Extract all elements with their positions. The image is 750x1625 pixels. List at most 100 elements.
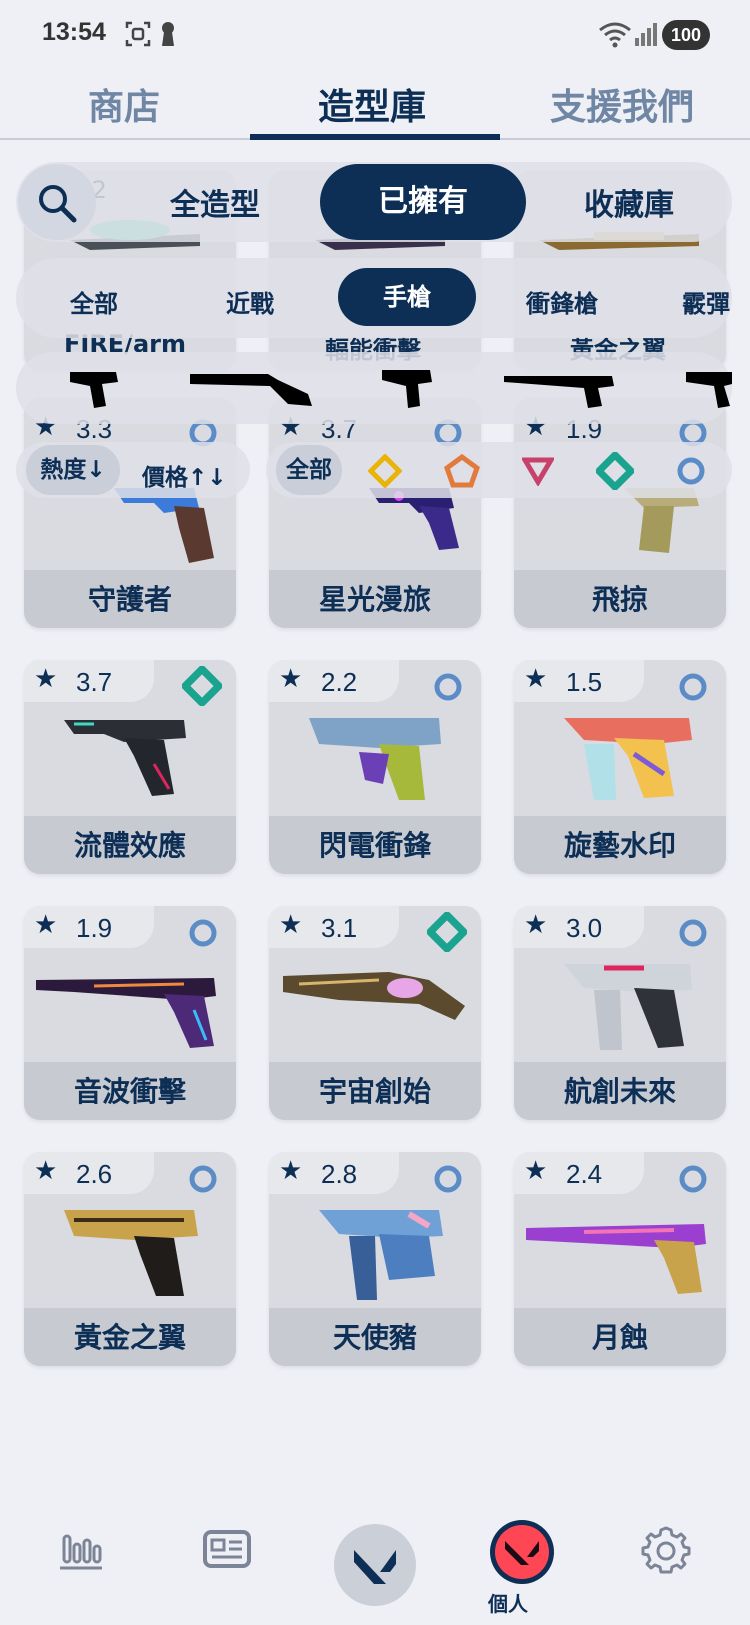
gun-image xyxy=(64,1210,198,1296)
star-icon: ★ xyxy=(34,910,58,940)
card-name: 旋藝水印 xyxy=(563,829,676,862)
ultra-tier-icon[interactable] xyxy=(444,454,480,488)
search-icon xyxy=(39,185,77,223)
shorty-shotgun-icon[interactable] xyxy=(188,368,314,408)
gun-image xyxy=(64,720,186,796)
select-tier-icon xyxy=(679,919,707,947)
search-button[interactable] xyxy=(18,164,96,240)
classic-pistol-icon[interactable] xyxy=(68,366,128,410)
skin-card[interactable]: ★ 3.3 守護者 xyxy=(24,398,236,628)
category-all[interactable]: 全部 xyxy=(70,284,118,319)
skin-card[interactable]: ★ 2.2 閃電衝鋒 xyxy=(269,660,481,874)
gun-image xyxy=(309,718,441,800)
card-rating: 3.7 xyxy=(76,667,113,697)
star-icon: ★ xyxy=(34,664,58,694)
valorant-logo-icon xyxy=(505,1541,539,1565)
star-icon: ★ xyxy=(279,664,303,694)
tier-all[interactable]: 全部 xyxy=(276,445,342,495)
frenzy-pistol-icon[interactable] xyxy=(380,366,436,410)
tab-shop[interactable]: 商店 xyxy=(88,78,160,130)
card-rating: 2.6 xyxy=(76,1159,113,1189)
card-name: 黃金之翼 xyxy=(73,1321,186,1354)
profile-avatar-icon[interactable] xyxy=(490,1520,554,1584)
card-rating: 3.1 xyxy=(321,913,358,943)
status-bar: 13:54 100 xyxy=(0,0,750,70)
skin-card[interactable]: ★ 2.6 黃金之翼 xyxy=(24,1152,236,1366)
scope-owned[interactable]: 已擁有 xyxy=(320,164,526,240)
select-tier-icon xyxy=(434,1165,462,1193)
exclusive-tier-icon[interactable] xyxy=(368,454,402,488)
category-smg[interactable]: 衝鋒槍 xyxy=(526,284,598,319)
star-icon: ★ xyxy=(279,1156,303,1186)
star-icon: ★ xyxy=(34,1156,58,1186)
gun-image xyxy=(564,964,692,1050)
star-icon: ★ xyxy=(279,910,303,940)
skin-card[interactable]: ★ 1.9 飛掠 xyxy=(514,398,726,628)
card-name: 飛掠 xyxy=(591,583,648,616)
select-tier-icon xyxy=(679,1165,707,1193)
category-pistol[interactable]: 手槍 xyxy=(338,268,476,326)
star-icon: ★ xyxy=(524,910,548,940)
card-name: 天使豬 xyxy=(332,1321,417,1354)
card-rating: 2.2 xyxy=(321,667,358,697)
card-name: 音波衝擊 xyxy=(73,1075,186,1108)
skin-card[interactable]: ★ 2.8 天使豬 xyxy=(269,1152,481,1366)
card-name: 閃電衝鋒 xyxy=(318,829,431,862)
select-tier-icon xyxy=(189,919,217,947)
scope-all-skins[interactable]: 全造型 xyxy=(170,180,260,224)
category-shotgun[interactable]: 霰彈 xyxy=(682,284,730,319)
skin-card[interactable]: ★ 3.0 航創未來 xyxy=(514,906,726,1120)
skin-card[interactable]: ★ 1.5 旋藝水印 xyxy=(514,660,726,874)
sort-price[interactable]: 價格↑↓ xyxy=(142,458,227,492)
card-name: 流體效應 xyxy=(73,829,186,862)
skin-card[interactable]: ★ 2.4 月蝕 xyxy=(514,1152,726,1366)
tab-support-us[interactable]: 支援我們 xyxy=(550,78,694,130)
select-tier-icon[interactable] xyxy=(676,456,706,486)
card-name: 守護者 xyxy=(87,583,172,616)
home-button[interactable] xyxy=(334,1524,416,1606)
scope-collection[interactable]: 收藏庫 xyxy=(584,180,674,224)
keyhole-icon xyxy=(162,22,174,46)
skin-card[interactable]: ★ 3.7 流體效應 xyxy=(24,660,236,874)
card-name: 月蝕 xyxy=(591,1321,648,1354)
stats-icon[interactable] xyxy=(58,1526,104,1572)
category-melee[interactable]: 近戰 xyxy=(226,284,274,319)
wifi-icon xyxy=(599,22,631,48)
star-icon: ★ xyxy=(524,664,548,694)
bottom-navigation: 個人 xyxy=(0,1500,750,1625)
skin-card[interactable]: ★ 1.9 音波衝擊 xyxy=(24,906,236,1120)
skin-card[interactable]: ★ 3.1 宇宙創始 xyxy=(269,906,481,1120)
card-name: 星光漫旅 xyxy=(318,583,431,616)
skin-card[interactable]: ★ 3.7 星光漫旅 xyxy=(269,398,481,628)
status-time: 13:54 xyxy=(42,18,106,46)
gun-image xyxy=(564,718,692,800)
profile-nav-label[interactable]: 個人 xyxy=(488,1588,528,1617)
card-rating: 1.5 xyxy=(566,667,603,697)
star-icon: ★ xyxy=(524,1156,548,1186)
active-tab-indicator xyxy=(250,134,500,140)
select-tier-icon xyxy=(679,673,707,701)
deluxe-tier-icon xyxy=(182,666,222,706)
valorant-logo-icon xyxy=(354,1550,396,1584)
deluxe-tier-icon[interactable] xyxy=(596,452,634,490)
tab-skin-library[interactable]: 造型庫 xyxy=(318,78,426,130)
gun-image xyxy=(526,1224,706,1294)
battery-indicator: 100 xyxy=(662,20,710,50)
avatar-inner xyxy=(495,1525,549,1579)
card-name: 宇宙創始 xyxy=(318,1075,431,1108)
select-tier-icon xyxy=(434,673,462,701)
gun-image xyxy=(36,978,216,1048)
news-icon[interactable] xyxy=(202,1526,252,1572)
ghost-pistol-icon[interactable] xyxy=(502,368,626,408)
signal-icon xyxy=(635,23,657,46)
select-tier-icon xyxy=(189,1165,217,1193)
settings-gear-icon[interactable] xyxy=(640,1524,692,1576)
screenshot-icon xyxy=(125,21,151,47)
deluxe-tier-icon xyxy=(427,912,467,952)
card-rating: 1.9 xyxy=(76,913,113,943)
sheriff-pistol-icon[interactable] xyxy=(684,366,732,410)
card-rating: 3.0 xyxy=(566,913,603,943)
gun-image xyxy=(319,1210,443,1300)
sort-popularity[interactable]: 熱度↓ xyxy=(26,445,120,495)
premium-tier-icon[interactable] xyxy=(522,456,554,486)
